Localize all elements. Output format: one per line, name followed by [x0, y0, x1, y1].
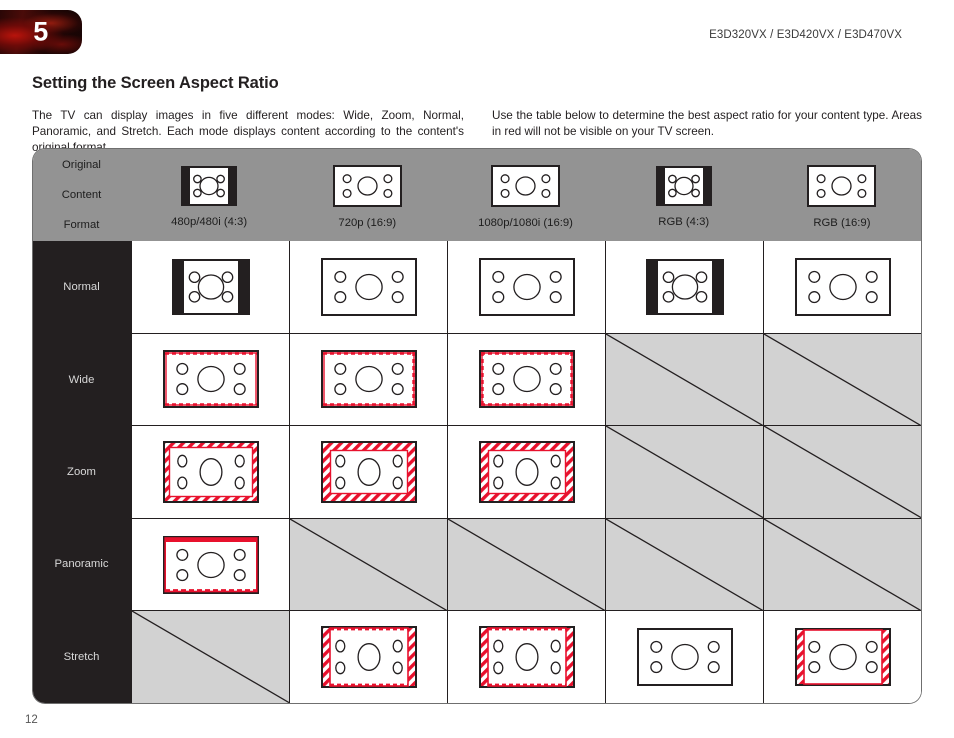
tv-screen-preview [162, 350, 259, 409]
aspect-preview-cell [448, 241, 606, 333]
page-number: 12 [25, 714, 38, 726]
column-header-label: 480p/480i (4:3) [171, 216, 248, 228]
unavailable-cell [764, 334, 921, 426]
row-label-normal: Normal [63, 281, 100, 294]
table-header-row: Original Content Format 480p/480i (4:3) … [33, 149, 921, 241]
aspect-preview-cell [764, 241, 921, 333]
aspect-preview-cell [448, 611, 606, 703]
tv-screen-preview [645, 258, 724, 315]
column-header-label: RGB (4:3) [658, 216, 710, 228]
aspect-preview-cell [290, 611, 448, 703]
column-header-1080p: 1080p/1080i (16:9) [446, 149, 604, 241]
aspect-preview-cell [132, 333, 290, 426]
table-row [132, 611, 921, 703]
not-applicable-slash [606, 519, 763, 611]
column-header-label: 1080p/1080i (16:9) [478, 217, 573, 229]
tv-screen-icon [807, 165, 877, 212]
table-grid [130, 241, 921, 703]
column-header-label: 720p (16:9) [338, 217, 397, 229]
not-applicable-slash [448, 519, 605, 611]
tv-screen-preview [320, 440, 417, 503]
aspect-preview-cell [290, 241, 448, 333]
column-header-label: RGB (16:9) [813, 217, 871, 229]
not-applicable-slash [764, 426, 921, 518]
table-row [132, 241, 921, 334]
unavailable-cell [606, 334, 764, 426]
aspect-preview-cell [606, 241, 764, 333]
table-corner-label: Original Content Format [33, 149, 130, 241]
column-header-480p: 480p/480i (4:3) [130, 149, 288, 241]
row-label-panoramic: Panoramic [54, 558, 109, 571]
aspect-preview-cell [606, 611, 764, 703]
not-applicable-slash [132, 611, 289, 703]
tv-screen-preview [162, 440, 259, 503]
not-applicable-slash [764, 334, 921, 426]
intro-paragraph-right: Use the table below to determine the bes… [492, 109, 922, 138]
row-label-stretch: Stretch [63, 650, 100, 663]
corner-line-3: Format [63, 218, 100, 231]
unavailable-cell [606, 426, 764, 518]
not-applicable-slash [606, 334, 763, 426]
aspect-preview-cell [764, 611, 921, 703]
corner-line-2: Content [61, 188, 102, 201]
row-label-column: Normal Wide Zoom Panoramic Stretch [33, 241, 130, 703]
tv-screen-preview [636, 628, 733, 687]
table-row [132, 334, 921, 427]
aspect-ratio-table: Original Content Format 480p/480i (4:3) … [32, 148, 922, 704]
aspect-preview-cell [132, 426, 290, 518]
column-header-720p: 720p (16:9) [288, 149, 446, 241]
tv-screen-preview [794, 257, 891, 316]
tv-screen-preview [171, 258, 250, 315]
page-title: Setting the Screen Aspect Ratio [32, 74, 279, 92]
model-number-line: E3D320VX / E3D420VX / E3D470VX [709, 29, 902, 41]
aspect-preview-cell [448, 426, 606, 518]
tv-screen-preview [478, 257, 575, 316]
tv-screen-icon [181, 166, 238, 211]
tv-screen-preview [320, 626, 417, 689]
table-row [132, 519, 921, 612]
table-row [132, 426, 921, 519]
column-header-rgb-169: RGB (16:9) [763, 149, 921, 241]
aspect-preview-cell [132, 518, 290, 611]
row-label-wide: Wide [68, 373, 95, 386]
tv-screen-preview [162, 535, 259, 594]
tv-screen-preview [478, 626, 575, 689]
tv-screen-icon [332, 165, 402, 212]
chapter-number: 5 [33, 16, 49, 47]
tv-screen-preview [478, 440, 575, 503]
not-applicable-slash [290, 519, 447, 611]
chapter-badge: 5 [0, 10, 82, 54]
tv-screen-preview [320, 257, 417, 316]
tv-screen-preview [794, 628, 891, 687]
column-header-rgb-43: RGB (4:3) [605, 149, 763, 241]
unavailable-cell [132, 611, 290, 703]
aspect-preview-cell [448, 333, 606, 426]
aspect-preview-cell [132, 241, 290, 333]
unavailable-cell [764, 519, 921, 611]
unavailable-cell [290, 519, 448, 611]
unavailable-cell [606, 519, 764, 611]
tv-screen-preview [478, 350, 575, 409]
tv-screen-preview [320, 350, 417, 409]
unavailable-cell [764, 426, 921, 518]
not-applicable-slash [606, 426, 763, 518]
aspect-preview-cell [290, 426, 448, 518]
corner-line-1: Original [62, 158, 101, 171]
tv-screen-icon [491, 165, 560, 212]
tv-screen-icon [655, 166, 712, 211]
aspect-preview-cell [290, 333, 448, 426]
row-label-zoom: Zoom [67, 466, 96, 479]
not-applicable-slash [764, 519, 921, 611]
unavailable-cell [448, 519, 606, 611]
